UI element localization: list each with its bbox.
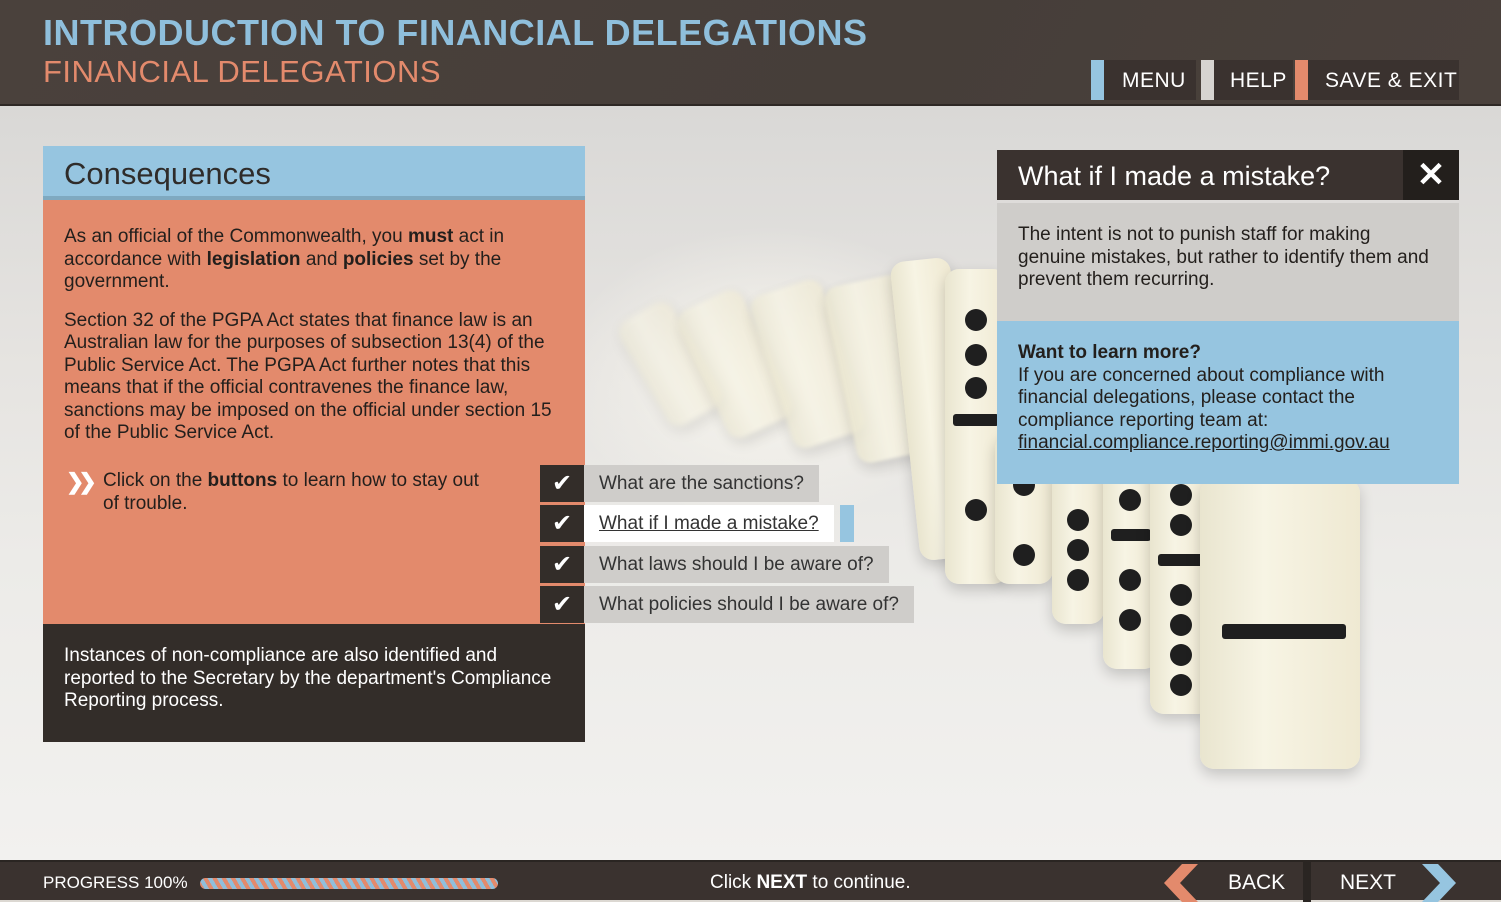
next-button[interactable]: NEXT [1340,871,1396,895]
pgpa-paragraph: Section 32 of the PGPA Act states that f… [64,309,552,444]
save-exit-button[interactable]: SAVE & EXIT [1295,60,1459,100]
popup-body: The intent is not to punish staff for ma… [997,203,1459,321]
email-link[interactable]: financial.compliance.reporting@immi.gov.… [1018,432,1438,455]
checkmark-icon: ✔ [540,505,584,542]
back-button[interactable]: BACK [1228,871,1285,895]
header-bar: INTRODUCTION TO FINANCIAL DELEGATIONS FI… [0,0,1501,106]
menu-button[interactable]: MENU [1091,60,1196,100]
checkmark-icon: ✔ [540,465,584,502]
close-icon[interactable]: ✕ [1403,150,1459,200]
compliance-note: Instances of non-compliance are also ide… [43,624,585,742]
option-label: What policies should I be aware of? [584,586,914,623]
course-title: INTRODUCTION TO FINANCIAL DELEGATIONS [43,12,868,53]
double-chevron-icon: ❯❯ [66,469,97,494]
instruction-text: ❯❯ Click on the buttons to learn how to … [66,469,479,514]
option-label: What are the sanctions? [584,465,819,502]
footer-bar: PROGRESS 100% Click NEXT to continue. BA… [0,860,1501,902]
consequences-panel: Consequences As an official of the Commo… [43,146,585,742]
popup-title: What if I made a mistake? [997,150,1459,200]
progress-label: PROGRESS 100% [43,873,188,892]
learn-more-heading: Want to learn more? [1018,342,1201,363]
mistake-popup: What if I made a mistake? ✕ The intent i… [997,150,1459,484]
checkmark-icon: ✔ [540,546,584,583]
intro-paragraph: As an official of the Commonwealth, you … [64,226,505,292]
divider [1303,862,1311,902]
continue-instruction: Click NEXT to continue. [710,872,911,893]
learn-more-section: Want to learn more? If you are concerned… [997,321,1459,484]
progress-bar [200,878,498,889]
learn-more-text: If you are concerned about compliance wi… [1018,364,1385,431]
consequences-heading: Consequences [43,146,585,200]
option-label: What if I made a mistake? [584,505,834,542]
help-button-label: HELP [1230,69,1287,92]
option-label: What laws should I be aware of? [584,546,889,583]
module-title: FINANCIAL DELEGATIONS [43,54,442,89]
checkmark-icon: ✔ [540,586,584,623]
consequences-body: As an official of the Commonwealth, you … [43,200,585,624]
menu-button-label: MENU [1122,69,1186,92]
active-indicator [840,505,854,542]
help-button[interactable]: HELP [1201,60,1293,100]
back-arrow-icon[interactable] [1160,864,1200,902]
next-arrow-icon[interactable] [1418,864,1460,902]
save-exit-button-label: SAVE & EXIT [1325,69,1458,92]
